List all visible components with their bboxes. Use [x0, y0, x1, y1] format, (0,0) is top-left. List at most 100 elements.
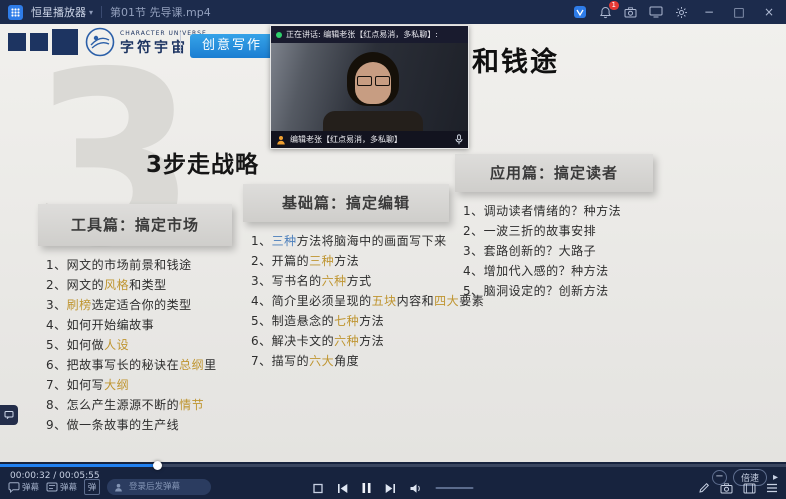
list-item: 3、写书名的六种方式 — [251, 275, 449, 288]
list-item: 7、描写的六大角度 — [251, 355, 449, 368]
danmaku-float-button[interactable] — [0, 405, 18, 425]
volume-slider[interactable] — [436, 487, 474, 489]
list-item: 5、制造悬念的七种方法 — [251, 315, 449, 328]
list-item-segment: 5、制造悬念的 — [251, 314, 334, 328]
speaker-name: 编辑老张【红点易消，多私聊】 — [290, 134, 451, 145]
list-item: 9、做一条故事的生产线 — [46, 419, 232, 432]
transport-controls — [313, 482, 474, 494]
list-item-segment: 大纲 — [104, 378, 129, 392]
list-item: 1、三种方法将脑海中的画面写下来 — [251, 235, 449, 248]
titlebar-divider — [101, 6, 102, 18]
slide-title: 和钱途 — [472, 40, 559, 79]
film-icon[interactable] — [743, 483, 756, 494]
screenshot-icon[interactable] — [720, 483, 733, 494]
list-item-segment: 4、简介里必须呈现的 — [251, 294, 372, 308]
settings-gear-icon[interactable] — [675, 6, 688, 19]
toolbar-right — [698, 482, 778, 494]
list-item-segment: 五块 — [372, 294, 397, 308]
next-button[interactable] — [385, 483, 397, 494]
danmaku-input[interactable] — [127, 481, 204, 493]
danmaku-list-button[interactable]: 弹幕 — [46, 481, 77, 493]
danmaku-input-wrap[interactable] — [107, 479, 211, 495]
list-item: 1、调动读者情绪的？种方法 — [463, 205, 653, 218]
list-item-segment: 刷榜 — [67, 298, 92, 312]
list-item-segment: 七种 — [334, 314, 359, 328]
strategy-heading: 3步走战略 — [146, 145, 259, 179]
volume-icon[interactable] — [410, 483, 423, 494]
maximize-button[interactable]: □ — [730, 0, 748, 24]
vip-icon[interactable] — [573, 5, 587, 19]
column-list: 1、调动读者情绪的？种方法 2、一波三折的故事安排 3、套路创新的？大路子 4、增加代… — [463, 205, 653, 298]
app-name-menu[interactable]: 恒星播放器 ▾ — [31, 4, 93, 20]
list-item-segment: 三种 — [309, 254, 334, 268]
column-header: 工具篇：搞定市场 — [38, 204, 232, 246]
list-item: 3、套路创新的？大路子 — [463, 245, 653, 258]
close-button[interactable]: × — [760, 0, 778, 24]
list-item-segment: 2、开篇的 — [251, 254, 309, 268]
list-item: 7、如何写大纲 — [46, 379, 232, 392]
list-item-segment: 1、 — [251, 234, 272, 248]
list-item-segment: 角度 — [334, 354, 359, 368]
playlist-icon[interactable] — [766, 483, 778, 493]
list-item: 1、网文的市场前景和钱途 — [46, 259, 232, 272]
app-menu-icon[interactable] — [8, 5, 23, 20]
list-item: 4、如何开始编故事 — [46, 319, 232, 332]
pause-button[interactable] — [362, 482, 372, 494]
list-item-segment: 六种 — [322, 274, 347, 288]
list-item: 8、怎么产生源源不断的情节 — [46, 399, 232, 412]
logo-square — [8, 33, 26, 51]
list-item-segment: 人设 — [104, 338, 129, 352]
presenter-body — [323, 111, 423, 131]
list-item-segment: 总纲 — [179, 358, 204, 372]
danmaku-toggle-button[interactable]: 弹幕 — [8, 481, 39, 493]
column-header: 基础篇：搞定编辑 — [243, 184, 449, 222]
notification-bell-icon[interactable]: 1 — [599, 6, 612, 19]
list-item-segment: 里 — [204, 358, 217, 372]
list-item: 3、刷榜选定适合你的类型 — [46, 299, 232, 312]
list-item-segment: 3、套路创新的？大路子 — [463, 244, 596, 258]
list-item-segment: 7、如何写 — [46, 378, 104, 392]
progress-knob[interactable] — [153, 461, 162, 470]
danmaku-toggle-label: 弹幕 — [22, 481, 39, 493]
brand-logo-icon — [85, 27, 115, 61]
list-item-segment: 方法 — [334, 254, 359, 268]
list-item-segment: 5、如何做 — [46, 338, 104, 352]
webcam-video — [271, 43, 468, 131]
cast-icon[interactable] — [649, 6, 663, 18]
column-header: 应用篇：搞定读者 — [455, 154, 653, 192]
user-icon — [114, 483, 123, 492]
list-item-segment: 1、网文的市场前景和钱途 — [46, 258, 192, 272]
stop-button[interactable] — [313, 483, 324, 494]
column-application: 应用篇：搞定读者 1、调动读者情绪的？种方法 2、一波三折的故事安排 3、套路创新的… — [455, 154, 653, 305]
list-item: 2、一波三折的故事安排 — [463, 225, 653, 238]
list-item-segment: 和类型 — [129, 278, 167, 292]
minimize-button[interactable]: − — [700, 0, 718, 24]
camera-icon[interactable] — [624, 7, 637, 18]
column-tools: 工具篇：搞定市场 1、网文的市场前景和钱途2、网文的风格和类型3、刷榜选定适合你… — [38, 204, 232, 439]
chevron-down-icon: ▾ — [89, 8, 93, 17]
list-item-segment: 方法将脑海中的画面写下来 — [297, 234, 447, 248]
list-item-segment: 三种 — [272, 234, 297, 248]
list-item-segment: 情节 — [179, 398, 204, 412]
course-badge: 创意写作 — [190, 34, 274, 58]
webcam-footer: 编辑老张【红点易消，多私聊】 — [271, 131, 468, 148]
list-item-segment: 六大 — [309, 354, 334, 368]
presenter-glasses — [357, 76, 372, 86]
speaking-label: 正在讲话: 编辑老张【红点易消，多私聊】: — [286, 29, 438, 40]
danmaku-style-button[interactable]: 弹 — [84, 479, 100, 495]
list-item-segment: 7、描写的 — [251, 354, 309, 368]
progress-bar[interactable] — [0, 464, 786, 467]
list-item-segment: 3、 — [46, 298, 67, 312]
previous-button[interactable] — [337, 483, 349, 494]
list-item-segment: 风格 — [104, 278, 129, 292]
player-window: 恒星播放器 ▾ 第01节 先导课.mp4 1 − □ × — [0, 0, 786, 499]
video-area[interactable]: 3 CHARACTER UNIVERSE 字符宇宙 创意写作 和钱途 3步走战略… — [0, 24, 786, 462]
list-item: 6、把故事写长的秘诀在总纲里 — [46, 359, 232, 372]
webcam-header: 正在讲话: 编辑老张【红点易消，多私聊】: — [271, 26, 468, 43]
list-item: 4、增加代入感的？种方法 — [463, 265, 653, 278]
edit-icon[interactable] — [698, 482, 710, 494]
webcam-overlay[interactable]: 正在讲话: 编辑老张【红点易消，多私聊】: 编辑老张【红点易消，多私聊】 — [270, 25, 469, 149]
list-item-segment: 六种 — [334, 334, 359, 348]
list-item-segment: 选定适合你的类型 — [92, 298, 192, 312]
list-item-segment: 6、把故事写长的秘诀在 — [46, 358, 179, 372]
